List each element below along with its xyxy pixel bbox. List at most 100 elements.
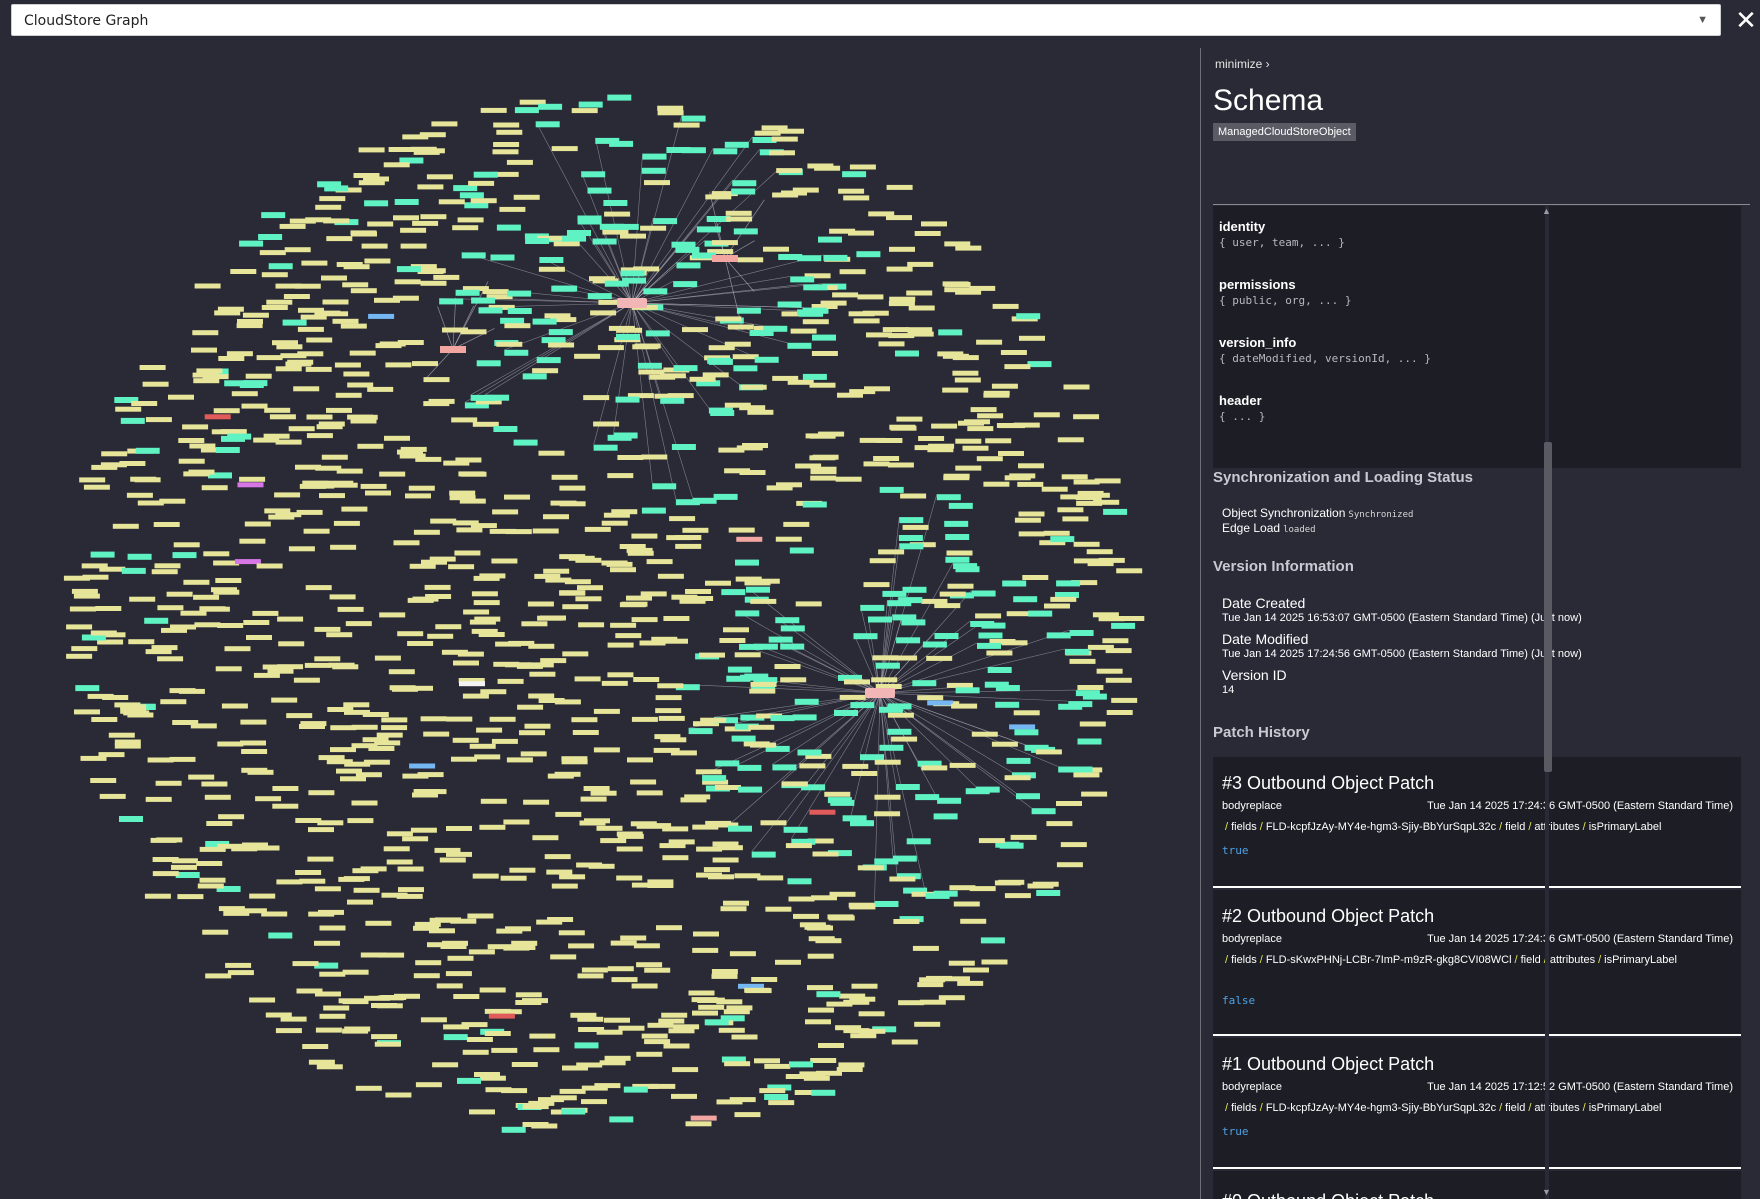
graph-node[interactable]	[718, 447, 745, 453]
graph-node[interactable]	[243, 620, 270, 625]
graph-node[interactable]	[466, 1037, 493, 1042]
graph-node[interactable]	[746, 586, 770, 593]
graph-node[interactable]	[946, 682, 973, 688]
graph-node[interactable]	[680, 797, 707, 803]
graph-node[interactable]	[906, 838, 931, 845]
graph-node[interactable]	[271, 697, 298, 703]
graph-node[interactable]	[272, 786, 299, 791]
graph-node[interactable]	[252, 610, 279, 616]
graph-node[interactable]	[623, 1086, 648, 1093]
graph-node[interactable]	[226, 351, 253, 357]
graph-node[interactable]	[954, 377, 981, 383]
graph-node[interactable]	[1116, 568, 1143, 574]
graph-node[interactable]	[112, 523, 139, 529]
patch-card[interactable]: #2 Outbound Object Patch bodyreplace Tue…	[1213, 890, 1741, 1036]
graph-node[interactable]	[766, 485, 793, 491]
graph-node[interactable]	[601, 560, 628, 566]
graph-node[interactable]	[196, 368, 223, 374]
graph-node[interactable]	[155, 780, 182, 786]
graph-node[interactable]	[488, 1013, 515, 1019]
graph-node[interactable]	[692, 1010, 718, 1016]
graph-node[interactable]	[436, 983, 463, 989]
graph-node[interactable]	[1031, 808, 1056, 815]
graph-node[interactable]	[353, 887, 380, 893]
graph-node[interactable]	[433, 274, 460, 280]
graph-node[interactable]	[747, 409, 774, 415]
graph-node[interactable]	[412, 220, 439, 226]
graph-node[interactable]	[120, 417, 145, 424]
graph-node[interactable]	[261, 305, 288, 310]
graph-node[interactable]	[850, 702, 875, 709]
graph-node[interactable]	[420, 1017, 447, 1023]
graph-node[interactable]	[699, 652, 725, 658]
graph-node[interactable]	[1056, 580, 1081, 587]
graph-node[interactable]	[441, 649, 468, 655]
graph-node[interactable]	[1105, 648, 1132, 654]
graph-node[interactable]	[504, 349, 529, 356]
graph-node[interactable]	[724, 1061, 751, 1067]
graph-node[interactable]	[835, 1025, 862, 1031]
graph-node[interactable]	[751, 977, 778, 982]
graph-node[interactable]	[596, 825, 623, 831]
graph-node[interactable]	[595, 137, 620, 144]
graph-node[interactable]	[574, 353, 601, 359]
graph-node[interactable]	[1043, 530, 1070, 536]
graph-node[interactable]	[926, 655, 953, 661]
graph-node[interactable]	[321, 275, 347, 281]
graph-node[interactable]	[524, 723, 551, 729]
graph-node[interactable]	[673, 122, 700, 128]
graph-node[interactable]	[472, 873, 499, 879]
graph-node[interactable]	[673, 365, 698, 372]
graph-node[interactable]	[889, 876, 916, 882]
graph-node[interactable]	[610, 940, 637, 946]
graph-node[interactable]	[145, 649, 172, 655]
graph-node[interactable]	[681, 115, 706, 122]
graph-node[interactable]	[75, 685, 100, 692]
graph-node[interactable]	[949, 762, 976, 768]
graph-node[interactable]	[809, 809, 836, 815]
graph-node[interactable]	[882, 327, 909, 333]
graph-node[interactable]	[334, 362, 361, 368]
graph-node[interactable]	[452, 225, 479, 231]
graph-node[interactable]	[121, 567, 146, 574]
graph-node[interactable]	[538, 450, 565, 456]
graph-node[interactable]	[1050, 596, 1077, 602]
graph-node[interactable]	[754, 356, 779, 363]
graph-hub-node[interactable]	[865, 688, 895, 698]
graph-node[interactable]	[561, 756, 588, 762]
graph-node[interactable]	[396, 893, 423, 899]
graph-node[interactable]	[583, 786, 610, 791]
graph-node[interactable]	[376, 732, 403, 738]
graph-node[interactable]	[898, 535, 923, 541]
graph-node[interactable]	[381, 725, 408, 731]
graph-node[interactable]	[610, 567, 636, 573]
graph-node[interactable]	[805, 1019, 831, 1025]
graph-node[interactable]	[578, 101, 603, 108]
graph-node[interactable]	[872, 655, 899, 661]
graph-node[interactable]	[430, 518, 457, 524]
graph-node[interactable]	[480, 798, 507, 804]
graph-node[interactable]	[218, 814, 245, 820]
graph-node[interactable]	[675, 543, 702, 549]
graph-node[interactable]	[385, 1092, 412, 1098]
graph-node[interactable]	[102, 695, 129, 700]
graph-node[interactable]	[522, 373, 547, 380]
graph-node[interactable]	[227, 433, 252, 440]
graph-node[interactable]	[723, 1009, 750, 1015]
graph-node[interactable]	[1014, 517, 1041, 523]
graph-node[interactable]	[203, 606, 230, 612]
graph-node[interactable]	[341, 506, 368, 512]
graph-node[interactable]	[753, 643, 778, 650]
graph-node[interactable]	[529, 671, 556, 677]
graph-node[interactable]	[660, 397, 685, 404]
graph-node[interactable]	[1027, 883, 1054, 889]
graph-node[interactable]	[559, 501, 586, 507]
graph-node[interactable]	[955, 438, 982, 444]
graph-node[interactable]	[329, 594, 356, 600]
graph-node[interactable]	[521, 621, 548, 627]
graph-node[interactable]	[493, 426, 518, 432]
graph-node[interactable]	[1081, 791, 1108, 797]
graph-node[interactable]	[712, 857, 739, 863]
graph-node[interactable]	[991, 383, 1018, 389]
graph-node[interactable]	[906, 327, 933, 333]
